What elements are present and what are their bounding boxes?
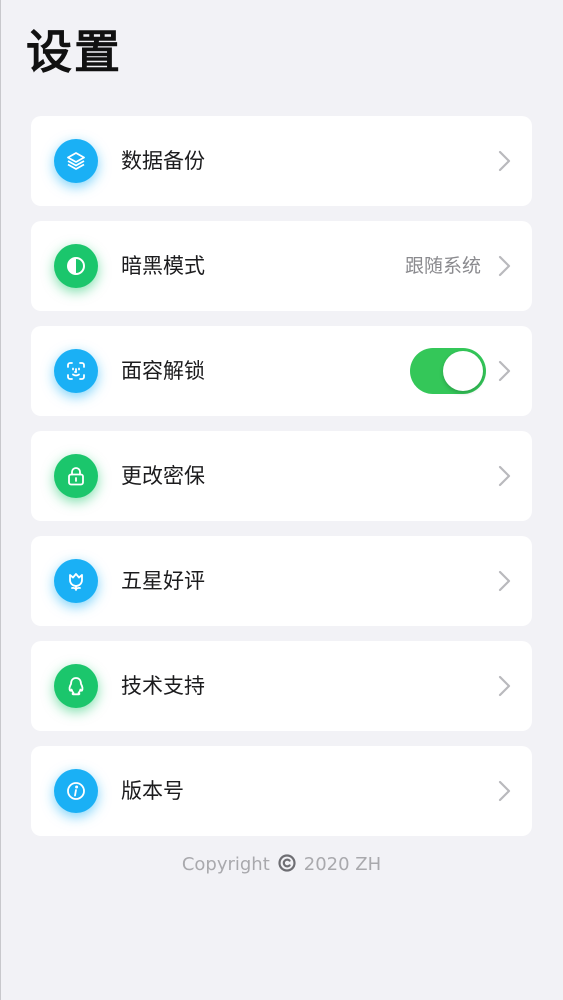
settings-item-label: 面容解锁 [121,359,205,383]
settings-list: 数据备份 暗黑模式 跟随系统 面容解锁 更改密保 五星好评 技术支持 版本号 [31,116,532,851]
copyright-label: Copyright [181,854,270,875]
chevron-right-icon [498,570,511,592]
page-title: 设置 [26,25,122,79]
contrast-icon [54,244,98,288]
copyright-symbol-icon [278,854,296,872]
toggle-knob [443,351,483,391]
settings-item-face-unlock[interactable]: 面容解锁 [31,326,532,416]
chevron-right-icon [498,675,511,697]
chevron-right-icon [498,360,511,382]
settings-item-dark-mode[interactable]: 暗黑模式 跟随系统 [31,221,532,311]
chevron-right-icon [498,780,511,802]
copyright-footer: Copyright 2020 ZH [0,852,563,878]
settings-item-version[interactable]: 版本号 [31,746,532,836]
chevron-right-icon [498,255,511,277]
qq-penguin-icon [54,664,98,708]
lock-icon [54,454,98,498]
settings-item-label: 五星好评 [121,569,205,593]
info-icon [54,769,98,813]
settings-item-label: 技术支持 [121,674,205,698]
flower-icon [54,559,98,603]
settings-item-label: 数据备份 [121,149,205,173]
settings-item-label: 更改密保 [121,464,205,488]
chevron-right-icon [498,465,511,487]
settings-item-rate[interactable]: 五星好评 [31,536,532,626]
settings-item-label: 暗黑模式 [121,254,205,278]
settings-item-label: 版本号 [121,779,184,803]
copyright-year-owner: 2020 ZH [303,854,382,875]
settings-item-change-security[interactable]: 更改密保 [31,431,532,521]
face-unlock-toggle[interactable] [410,348,486,394]
settings-item-support[interactable]: 技术支持 [31,641,532,731]
dark-mode-value: 跟随系统 [404,255,481,277]
layers-icon [54,139,98,183]
screen-edge [0,0,1,1000]
face-id-icon [54,349,98,393]
settings-item-backup[interactable]: 数据备份 [31,116,532,206]
chevron-right-icon [498,150,511,172]
